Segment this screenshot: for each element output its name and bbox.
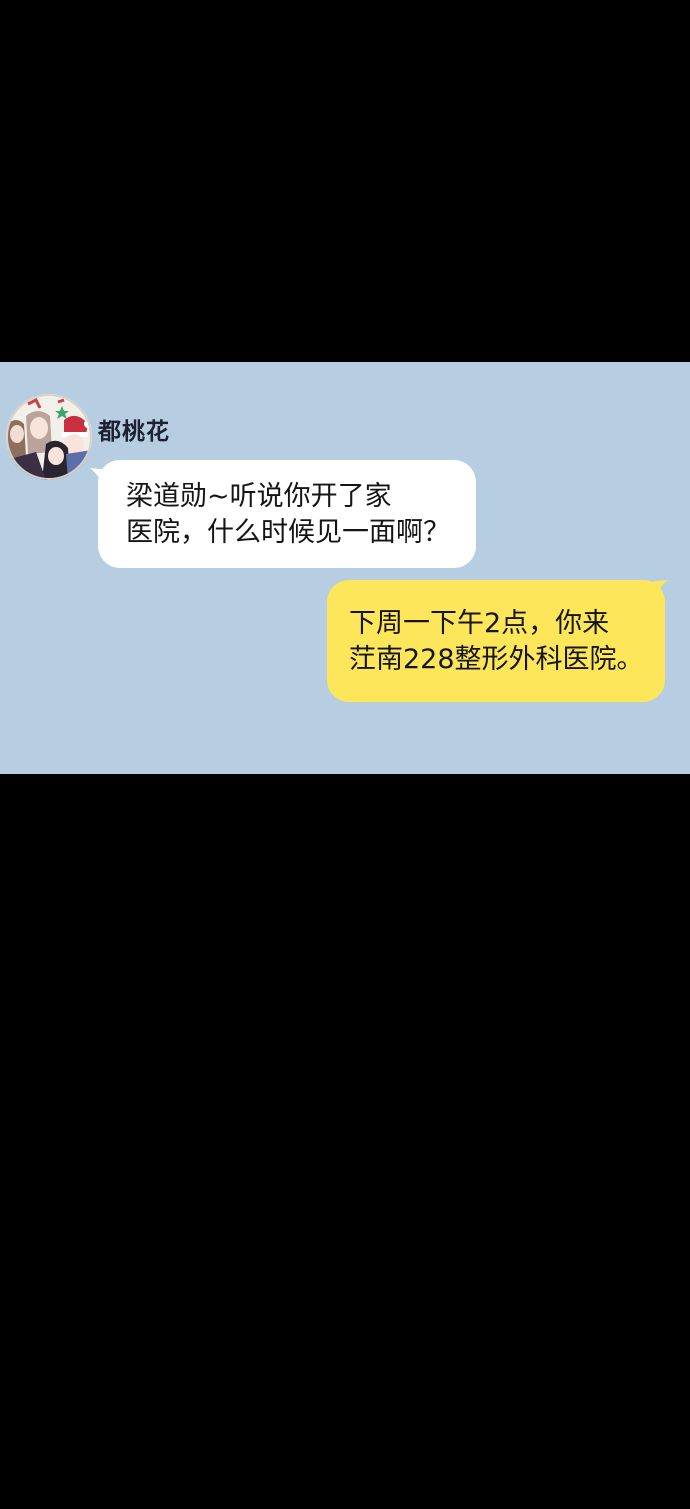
message-text-line: 梁道勋~听说你开了家: [126, 481, 392, 512]
outgoing-message-bubble[interactable]: 下周一下午2点，你来 茳南228整形外科医院。: [327, 580, 665, 702]
message-text-line: 茳南228整形外科医院。: [349, 644, 644, 675]
group-photo-avatar-icon: [6, 394, 92, 480]
contact-avatar[interactable]: [6, 394, 92, 480]
chat-screen: 都桃花 梁道勋~听说你开了家 医院，什么时候见一面啊？ 下周一下午2点，你来 茳…: [0, 362, 690, 774]
contact-name: 都桃花: [98, 419, 170, 445]
comic-panel-page: 都桃花 梁道勋~听说你开了家 医院，什么时候见一面啊？ 下周一下午2点，你来 茳…: [0, 0, 690, 1509]
incoming-message-bubble[interactable]: 梁道勋~听说你开了家 医院，什么时候见一面啊？: [98, 460, 476, 568]
message-text-line: 下周一下午2点，你来: [349, 608, 610, 639]
message-text-line: 医院，什么时候见一面啊？: [126, 517, 450, 548]
